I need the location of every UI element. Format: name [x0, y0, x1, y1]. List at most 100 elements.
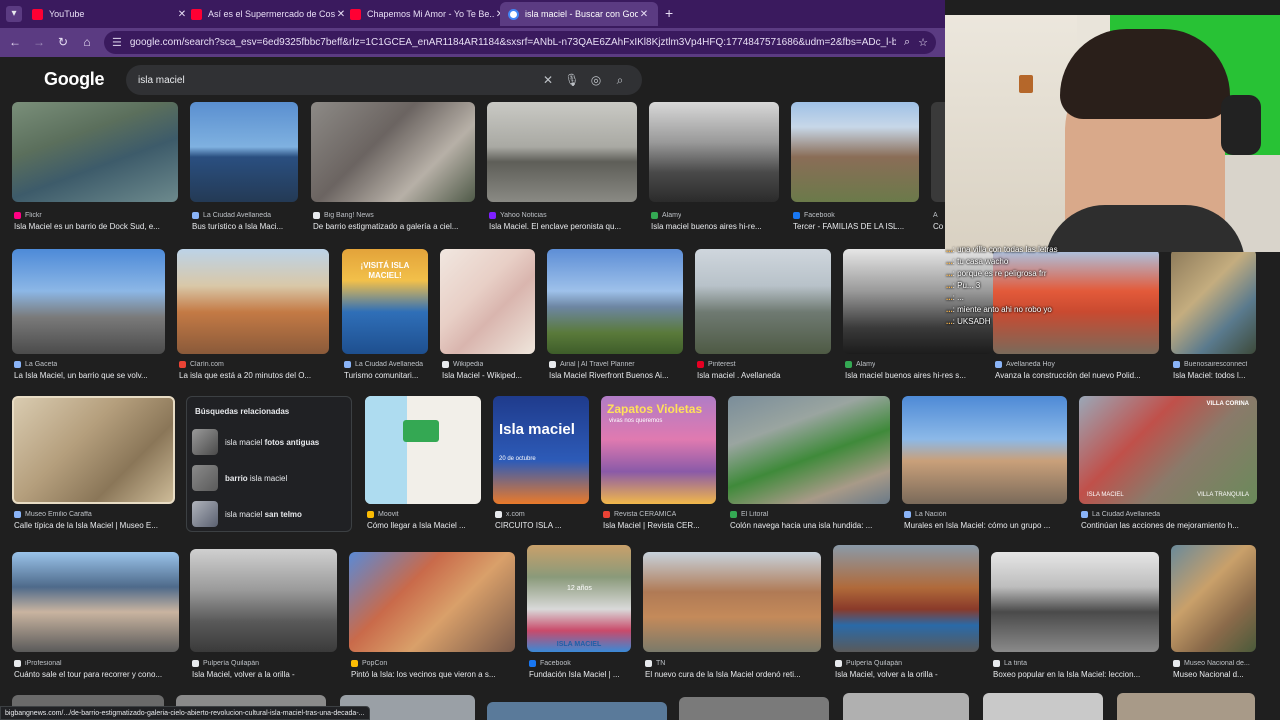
- result-thumbnail[interactable]: [440, 249, 535, 354]
- image-result[interactable]: Pulpería Quilapán Isla Maciel, volver a …: [190, 549, 337, 682]
- image-result[interactable]: El Litoral Colón navega hacia una isla h…: [728, 396, 890, 533]
- result-thumbnail[interactable]: [902, 396, 1067, 504]
- image-result[interactable]: La Gaceta La Isla Maciel, un barrio que …: [12, 249, 165, 383]
- image-result[interactable]: Big Bang! News De barrio estigmatizado a…: [311, 102, 475, 234]
- image-result[interactable]: Yahoo Noticias Isla Maciel. El enclave p…: [487, 102, 637, 234]
- image-result[interactable]: Facebook Tercer - FAMILIAS DE LA ISL...: [791, 102, 919, 234]
- image-result[interactable]: La tinta Boxeo popular en la Isla Maciel…: [991, 552, 1159, 682]
- image-result[interactable]: 12 años ISLA MACIEL Facebook Fundación I…: [527, 545, 631, 682]
- result-caption[interactable]: Isla maciel buenos aires hi-re...: [651, 222, 779, 231]
- image-result[interactable]: VILLA CORINA ISLA MACIEL VILLA TRANQUILA…: [1079, 396, 1257, 533]
- result-thumbnail[interactable]: [791, 102, 919, 202]
- result-thumbnail[interactable]: [643, 552, 821, 652]
- site-info-icon[interactable]: ☰: [112, 36, 122, 49]
- result-caption[interactable]: Calle típica de la Isla Maciel | Museo E…: [14, 521, 175, 530]
- tab-search-icon[interactable]: ▾: [6, 6, 22, 22]
- result-thumbnail[interactable]: [349, 552, 515, 652]
- image-result[interactable]: ¡VISITÁ ISLA MACIEL! La Ciudad Avellaned…: [342, 249, 428, 383]
- result-thumbnail[interactable]: [728, 396, 890, 504]
- result-thumbnail[interactable]: [365, 396, 481, 504]
- image-result[interactable]: TN El nuevo cura de la Isla Maciel orden…: [643, 552, 821, 682]
- result-thumbnail[interactable]: [649, 102, 779, 202]
- image-result[interactable]: Museo Nacional de... Museo Nacional d...: [1171, 545, 1256, 682]
- tab-supermercado[interactable]: Así es el Supermercado de Cos... ✕: [183, 2, 355, 26]
- result-thumbnail[interactable]: [487, 102, 637, 202]
- result-caption[interactable]: Isla Maciel, volver a la orilla -: [835, 670, 979, 679]
- result-thumbnail[interactable]: [547, 249, 683, 354]
- image-result[interactable]: Clarín.com La isla que está a 20 minutos…: [177, 249, 329, 383]
- image-result-partial[interactable]: [1117, 693, 1255, 720]
- result-thumbnail[interactable]: [12, 102, 178, 202]
- result-caption[interactable]: De barrio estigmatizado a galería a ciel…: [313, 222, 475, 231]
- result-thumbnail[interactable]: [12, 396, 175, 504]
- image-result[interactable]: iProfesional Cuánto sale el tour para re…: [12, 552, 179, 682]
- microphone-icon[interactable]: 🎙: [560, 73, 584, 87]
- result-caption[interactable]: El nuevo cura de la Isla Maciel ordenó r…: [645, 670, 821, 679]
- image-result-partial[interactable]: [983, 693, 1103, 720]
- related-search-item[interactable]: isla maciel san telmo: [192, 500, 346, 528]
- result-caption[interactable]: Cómo llegar a Isla Maciel ...: [367, 521, 481, 530]
- result-thumbnail[interactable]: [190, 549, 337, 652]
- image-result[interactable]: Airial | AI Travel Planner Isla Maciel R…: [547, 249, 683, 383]
- result-caption[interactable]: Co: [933, 222, 945, 231]
- bookmark-star-icon[interactable]: ☆: [918, 36, 928, 49]
- result-caption[interactable]: Isla Maciel: todos l...: [1173, 371, 1258, 380]
- result-caption[interactable]: La isla que está a 20 minutos del O...: [179, 371, 329, 380]
- image-result[interactable]: Buenosairesconnect Isla Maciel: todos l.…: [1171, 249, 1256, 383]
- tab-google-search[interactable]: isla maciel - Buscar con Google ✕: [500, 2, 658, 26]
- result-thumbnail[interactable]: [311, 102, 475, 202]
- home-icon[interactable]: ⌂: [80, 35, 94, 49]
- result-caption[interactable]: Tercer - FAMILIAS DE LA ISL...: [793, 222, 919, 231]
- result-caption[interactable]: Turismo comunitari...: [344, 371, 430, 380]
- image-result[interactable]: A Co: [931, 102, 945, 234]
- result-thumbnail[interactable]: [695, 249, 831, 354]
- result-caption[interactable]: Isla Maciel Riverfront Buenos Ai...: [549, 371, 683, 380]
- result-caption[interactable]: Cuánto sale el tour para recorrer y cono…: [14, 670, 179, 679]
- result-caption[interactable]: Colón navega hacia una isla hundida: ...: [730, 521, 890, 530]
- result-thumbnail[interactable]: 12 años ISLA MACIEL: [527, 545, 631, 652]
- search-input[interactable]: isla maciel: [138, 75, 536, 86]
- result-caption[interactable]: Isla Maciel | Revista CER...: [603, 521, 716, 530]
- image-result[interactable]: Museo Emilio Caraffa Calle típica de la …: [12, 396, 175, 533]
- image-result[interactable]: La Ciudad Avellaneda Bus turístico a Isl…: [190, 102, 298, 234]
- lens-icon[interactable]: ◎: [584, 73, 608, 87]
- image-result[interactable]: La Nación Murales en Isla Maciel: cómo u…: [902, 396, 1067, 533]
- reload-icon[interactable]: ↻: [56, 35, 70, 49]
- image-result[interactable]: Wikipedia Isla Maciel - Wikiped...: [440, 249, 535, 383]
- search-box[interactable]: isla maciel ✕ 🎙 ◎ ⌕: [126, 65, 642, 95]
- result-caption[interactable]: La Isla Maciel, un barrio que se volv...: [14, 371, 165, 380]
- tab-youtube[interactable]: YouTube ✕: [24, 2, 196, 26]
- image-result[interactable]: Isla maciel 20 de octubre x.com CIRCUITO…: [493, 396, 589, 533]
- image-result-partial[interactable]: [679, 697, 829, 720]
- result-caption[interactable]: Boxeo popular en la Isla Maciel: leccion…: [993, 670, 1159, 679]
- result-thumbnail[interactable]: Zapatos Violetas vivas nos queremos: [601, 396, 716, 504]
- result-caption[interactable]: CIRCUITO ISLA ...: [495, 521, 589, 530]
- image-result[interactable]: Flickr Isla Maciel es un barrio de Dock …: [12, 102, 178, 234]
- result-thumbnail[interactable]: [1171, 249, 1256, 354]
- result-thumbnail[interactable]: ¡VISITÁ ISLA MACIEL!: [342, 249, 428, 354]
- close-tab-icon[interactable]: ✕: [638, 9, 650, 20]
- result-thumbnail[interactable]: [991, 552, 1159, 652]
- image-result[interactable]: Pulpería Quilapán Isla Maciel, volver a …: [833, 545, 979, 682]
- forward-icon[interactable]: →: [32, 35, 46, 49]
- result-caption[interactable]: Isla maciel buenos aires hi-res s...: [845, 371, 979, 380]
- zoom-icon[interactable]: ⌕: [904, 36, 910, 49]
- result-caption[interactable]: Isla Maciel, volver a la orilla -: [192, 670, 337, 679]
- related-search-item[interactable]: isla maciel fotos antiguas: [192, 428, 346, 456]
- result-caption[interactable]: Fundación Isla Maciel | ...: [529, 670, 631, 679]
- google-logo[interactable]: Google: [44, 69, 105, 90]
- result-caption[interactable]: Bus turístico a Isla Maci...: [192, 222, 298, 231]
- result-caption[interactable]: Museo Nacional d...: [1173, 670, 1258, 679]
- result-thumbnail[interactable]: [931, 102, 945, 202]
- result-thumbnail[interactable]: Isla maciel 20 de octubre: [493, 396, 589, 504]
- result-caption[interactable]: Murales en Isla Maciel: cómo un grupo ..…: [904, 521, 1067, 530]
- address-bar[interactable]: ☰ google.com/search?sca_esv=6ed9325fbbc7…: [104, 31, 936, 54]
- result-thumbnail[interactable]: [12, 552, 179, 652]
- related-search-item[interactable]: barrio isla maciel: [192, 464, 346, 492]
- result-caption[interactable]: Pintó la Isla: los vecinos que vieron a …: [351, 670, 515, 679]
- image-result[interactable]: Pinterest Isla maciel . Avellaneda: [695, 249, 831, 383]
- image-result[interactable]: PopCon Pintó la Isla: los vecinos que vi…: [349, 552, 515, 682]
- result-thumbnail[interactable]: [190, 102, 298, 202]
- clear-icon[interactable]: ✕: [536, 73, 560, 87]
- image-result[interactable]: Moovit Cómo llegar a Isla Maciel ...: [365, 396, 481, 533]
